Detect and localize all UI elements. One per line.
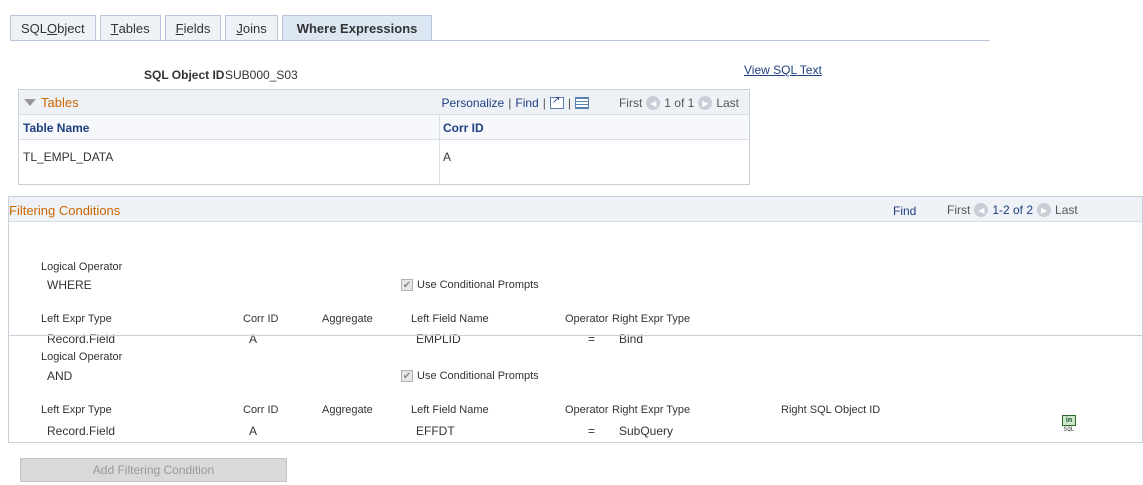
last-label: Last bbox=[1055, 203, 1078, 217]
logical-operator-label: Logical Operator bbox=[41, 351, 123, 363]
filtering-condition-row: Logical Operator AND ✔ Use Conditional P… bbox=[9, 335, 1142, 443]
left-field-name-label: Left Field Name bbox=[411, 313, 489, 325]
right-expr-type-label: Right Expr Type bbox=[612, 404, 691, 416]
table-name-cell: TL_EMPL_DATA bbox=[23, 150, 114, 164]
checkbox-checked-icon[interactable]: ✔ bbox=[401, 279, 413, 291]
collapse-triangle-icon[interactable] bbox=[24, 99, 36, 106]
tab-joins[interactable]: Joins bbox=[225, 15, 278, 40]
next-arrow-icon[interactable]: ▶ bbox=[698, 96, 713, 110]
previous-arrow-icon[interactable]: ◀ bbox=[646, 96, 661, 110]
left-expr-type-label: Left Expr Type bbox=[41, 404, 112, 416]
view-all-icon[interactable] bbox=[549, 95, 564, 109]
sql-object-id-value: SUB000_S03 bbox=[225, 68, 298, 82]
filtering-conditions-panel: Filtering Conditions Find First ◀ 1-2 of… bbox=[8, 196, 1143, 443]
operator-label: Operator bbox=[565, 313, 609, 325]
corr-id-value: A bbox=[249, 424, 258, 438]
corr-id-label: Corr ID bbox=[243, 313, 279, 325]
operator-value: = bbox=[588, 424, 596, 438]
find-link[interactable]: Find bbox=[515, 96, 538, 110]
first-label: First bbox=[947, 203, 971, 217]
tab-where-expressions[interactable]: Where Expressions bbox=[281, 15, 433, 40]
use-conditional-prompts-checkbox[interactable]: ✔ Use Conditional Prompts bbox=[401, 370, 539, 382]
row-range: 1 of 1 bbox=[664, 96, 695, 110]
logical-operator-value: WHERE bbox=[47, 278, 92, 292]
left-expr-type-value: Record.Field bbox=[47, 424, 116, 438]
filtering-nav: First ◀ 1-2 of 2 ▶ Last bbox=[947, 203, 1078, 217]
tab-bar: SQL Object Tables Fields Joins Where Exp… bbox=[10, 15, 436, 40]
next-arrow-icon[interactable]: ▶ bbox=[1037, 203, 1052, 217]
left-field-name-value: EFFDT bbox=[416, 424, 455, 438]
previous-arrow-icon[interactable]: ◀ bbox=[974, 203, 989, 217]
tables-grid-nav: Personalize | Find | | First ◀ 1 of 1 ▶ … bbox=[442, 95, 739, 110]
use-conditional-prompts-checkbox[interactable]: ✔ Use Conditional Prompts bbox=[401, 279, 539, 291]
corr-id-label: Corr ID bbox=[243, 404, 279, 416]
last-label: Last bbox=[716, 96, 739, 110]
row-range: 1-2 of 2 bbox=[992, 203, 1034, 217]
download-grid-icon[interactable] bbox=[574, 97, 589, 109]
tables-grid: Tables Personalize | Find | | First ◀ 1 … bbox=[18, 89, 750, 185]
aggregate-label: Aggregate bbox=[322, 404, 373, 416]
column-corr-id[interactable]: Corr ID bbox=[443, 121, 484, 135]
left-expr-type-label: Left Expr Type bbox=[41, 313, 112, 325]
column-table-name[interactable]: Table Name bbox=[23, 121, 89, 135]
filtering-conditions-title: Filtering Conditions bbox=[9, 203, 121, 218]
tab-divider bbox=[10, 40, 990, 41]
left-field-name-label: Left Field Name bbox=[411, 404, 489, 416]
operator-label: Operator bbox=[565, 404, 609, 416]
aggregate-label: Aggregate bbox=[322, 313, 373, 325]
corr-id-cell: A bbox=[443, 150, 452, 164]
filtering-conditions-header: Filtering Conditions Find First ◀ 1-2 of… bbox=[9, 197, 1142, 222]
tables-grid-header: Tables Personalize | Find | | First ◀ 1 … bbox=[19, 90, 749, 115]
find-link[interactable]: Find bbox=[893, 204, 916, 218]
tab-tables[interactable]: Tables bbox=[99, 15, 161, 40]
sql-object-id-label: SQL Object ID bbox=[144, 68, 225, 82]
tab-label: SQL bbox=[21, 20, 48, 36]
checkbox-checked-icon[interactable]: ✔ bbox=[401, 370, 413, 382]
right-sql-object-id-label: Right SQL Object ID bbox=[781, 404, 881, 416]
right-expr-type-label: Right Expr Type bbox=[612, 313, 691, 325]
right-expr-type-value: SubQuery bbox=[619, 424, 674, 438]
tables-grid-column-header: Table Name Corr ID bbox=[19, 115, 749, 140]
add-filtering-condition-button[interactable]: Add Filtering Condition bbox=[20, 458, 287, 482]
column-divider bbox=[439, 115, 440, 185]
view-sql-text-link[interactable]: View SQL Text bbox=[744, 63, 822, 77]
sql-definition-icon[interactable]: in SQL bbox=[1060, 415, 1078, 435]
personalize-link[interactable]: Personalize bbox=[442, 96, 505, 110]
tab-fields[interactable]: Fields bbox=[164, 15, 222, 40]
logical-operator-label: Logical Operator bbox=[41, 261, 123, 273]
logical-operator-value: AND bbox=[47, 369, 73, 383]
filtering-condition-row: Logical Operator WHERE ✔ Use Conditional… bbox=[9, 222, 1142, 346]
first-label: First bbox=[618, 96, 643, 110]
tables-grid-title[interactable]: Tables bbox=[24, 95, 79, 110]
tab-sql-object[interactable]: SQL Object bbox=[10, 15, 96, 40]
table-row: TL_EMPL_DATA A bbox=[19, 140, 749, 171]
